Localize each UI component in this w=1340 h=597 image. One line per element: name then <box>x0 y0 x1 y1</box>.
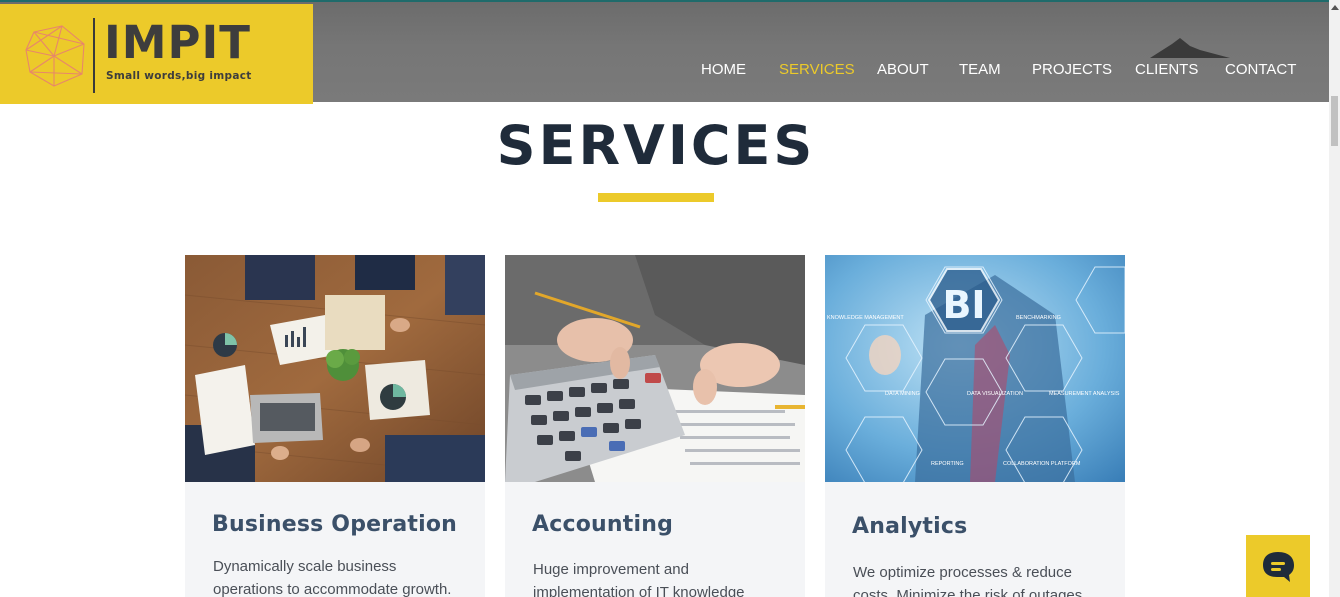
calculator-image <box>505 255 805 482</box>
nav-about[interactable]: ABOUT <box>877 61 929 78</box>
nav-contact[interactable]: CONTACT <box>1225 61 1296 78</box>
logo[interactable]: IMPIT Small words,big impact <box>0 4 313 104</box>
bi-label-data-visualization: DATA VISUALIZATION <box>967 391 1023 397</box>
page: IMPIT Small words,big impact HOME SERVIC… <box>0 0 1340 597</box>
card-description: Dynamically scale business operations to… <box>213 558 452 597</box>
logo-divider <box>93 18 95 93</box>
chat-button[interactable] <box>1246 535 1310 597</box>
bi-label-benchmarking: BENCHMARKING <box>1016 315 1061 321</box>
service-card-accounting[interactable]: Accounting Huge improvement and implemen… <box>505 255 805 597</box>
header-mountain-decoration <box>1150 38 1230 58</box>
title-underline <box>598 193 714 202</box>
business-meeting-image <box>185 255 485 482</box>
site-header: IMPIT Small words,big impact HOME SERVIC… <box>0 0 1329 104</box>
page-scrollbar[interactable] <box>1329 0 1340 597</box>
bi-label-collaboration-platform: COLLABORATION PLATFORM <box>1003 461 1081 467</box>
nav-projects[interactable]: PROJECTS <box>1032 61 1112 78</box>
business-intelligence-image: BI KNOWLEDGE MANAGEMENT BENCHMARKING DAT… <box>825 255 1125 482</box>
nav-clients[interactable]: CLIENTS <box>1135 61 1198 78</box>
bi-label-measurement-analysis: MEASUREMENT ANALYSIS <box>1049 391 1120 397</box>
card-title[interactable]: Accounting <box>532 512 673 537</box>
nav-services[interactable]: SERVICES <box>779 61 855 78</box>
card-description: Huge improvement and implementation of I… <box>533 561 745 597</box>
bi-label-reporting: REPORTING <box>931 461 964 467</box>
scrollbar-thumb[interactable] <box>1331 96 1338 146</box>
section-title: SERVICES <box>496 114 816 177</box>
logo-title: IMPIT <box>104 16 251 69</box>
service-card-business-operation[interactable]: Business Operation Dynamically scale bus… <box>185 255 485 597</box>
card-title[interactable]: Analytics <box>852 514 967 539</box>
card-title[interactable]: Business Operation <box>212 512 457 537</box>
nav-team[interactable]: TEAM <box>959 61 1001 78</box>
nav-home[interactable]: HOME <box>701 61 746 78</box>
card-description: We optimize processes & reduce costs. Mi… <box>853 564 1083 597</box>
service-card-analytics[interactable]: BI KNOWLEDGE MANAGEMENT BENCHMARKING DAT… <box>825 255 1125 597</box>
polygon-gem-logo-icon <box>25 25 85 87</box>
bi-label-data-mining: DATA MINING <box>885 391 920 397</box>
chat-bubble-icon <box>1263 552 1294 582</box>
bi-hex-label: BI <box>942 283 986 327</box>
bi-label-knowledge-management: KNOWLEDGE MANAGEMENT <box>827 315 904 321</box>
logo-tagline: Small words,big impact <box>106 70 252 82</box>
scroll-up-arrow-icon[interactable] <box>1331 5 1339 10</box>
